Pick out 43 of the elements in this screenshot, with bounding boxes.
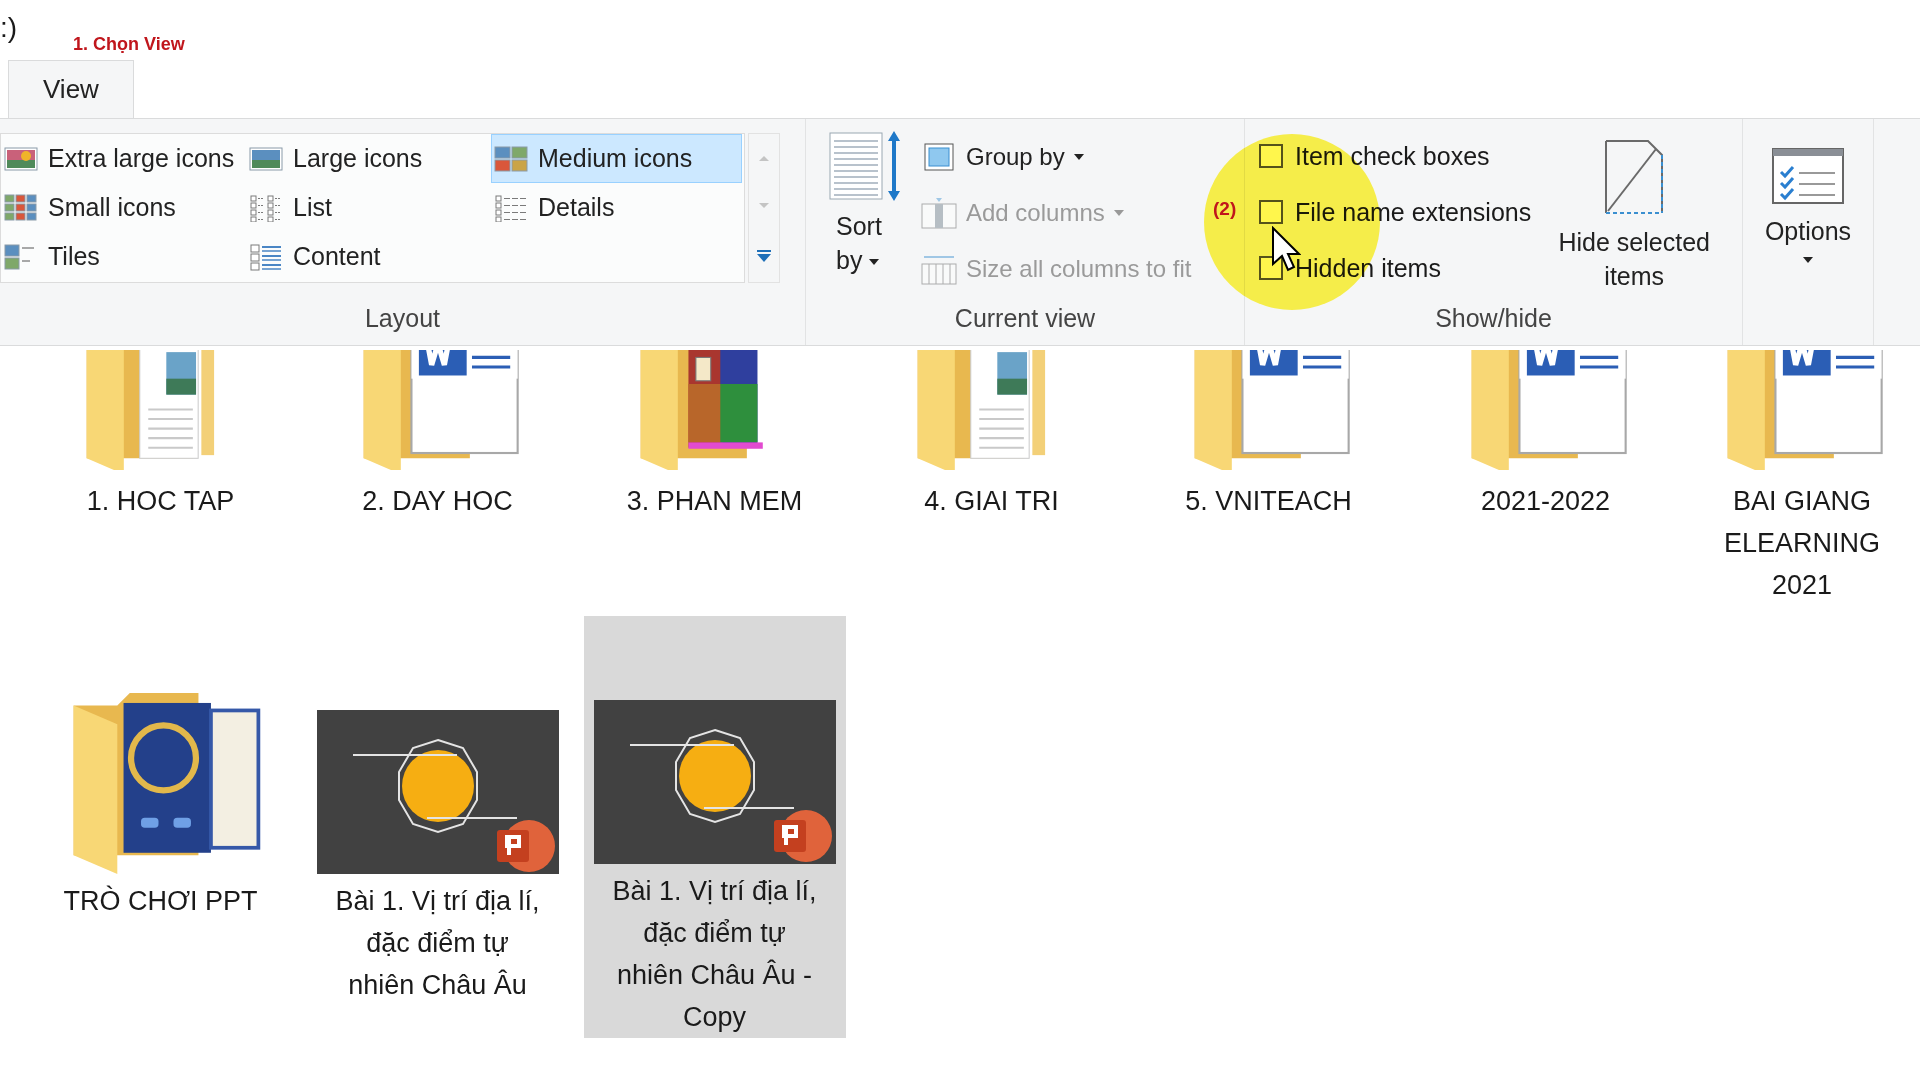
file-item[interactable]: 5. VNITEACH (1137, 346, 1400, 616)
layout-option[interactable]: Large icons (246, 134, 491, 183)
file-item[interactable]: Bài 1. Vị trí địa lí, đặc điểm tự nhiên Châu Âu - Copy (583, 616, 846, 1038)
layout-option[interactable]: Details (491, 183, 742, 232)
ribbon-tab[interactable]: View (8, 60, 134, 118)
view-command[interactable]: Group by (920, 133, 1085, 181)
file-item[interactable]: 2. DAY HOC (306, 346, 569, 616)
layout-option[interactable]: Medium icons (491, 134, 742, 183)
sort-by-button[interactable]: Sort by (826, 129, 906, 304)
layout-option[interactable]: Tiles (1, 232, 246, 281)
layout-option[interactable]: Extra large icons (1, 134, 246, 183)
layout-option[interactable]: Small icons (1, 183, 246, 232)
expand-gallery-icon[interactable] (756, 249, 772, 263)
view-layout-icon (249, 144, 283, 173)
caret-icon (868, 258, 881, 267)
annotation-label: 1. Chọn View (73, 34, 185, 55)
annotation-label: (2) (1213, 198, 1237, 220)
view-layout-icon (494, 193, 528, 222)
file-item[interactable]: BAI GIANG ELEARNING 2021 (1684, 346, 1920, 616)
file-item[interactable]: 4. GIAI TRI (860, 346, 1123, 616)
layout-option[interactable]: List (246, 183, 491, 232)
hide-selected-items-button[interactable]: Hide selected items (1549, 135, 1720, 304)
group-label: Current view (954, 304, 1096, 334)
layout-option[interactable]: Content (246, 232, 491, 281)
options-button[interactable]: Options (1764, 147, 1852, 345)
view-layout-icon (4, 193, 38, 222)
view-layout-icon (249, 193, 283, 222)
caret-icon (1802, 256, 1814, 264)
view-layout-icon (4, 144, 38, 173)
view-layout-icon (494, 144, 528, 173)
file-item[interactable]: 2021-2022 (1414, 346, 1677, 616)
view-layout-icon (249, 242, 283, 271)
file-item[interactable]: Bài 1. Vị trí địa lí, đặc điểm tự nhiên Châu Âu (306, 616, 569, 1038)
file-item[interactable]: 1. HOC TAP (29, 346, 292, 616)
path-fragment: :) (0, 12, 18, 44)
columns-icon (920, 196, 958, 230)
checkbox-label: Item check boxes (1295, 141, 1490, 171)
file-item[interactable]: TRÒ CHƠI PPT (29, 616, 292, 1038)
group-label: Show/hide (1435, 304, 1552, 334)
page-icon (1604, 139, 1665, 215)
file-item[interactable]: 3. PHAN MEM (583, 346, 846, 616)
checklist-icon (1771, 147, 1845, 205)
group-label: Layout (364, 304, 441, 334)
